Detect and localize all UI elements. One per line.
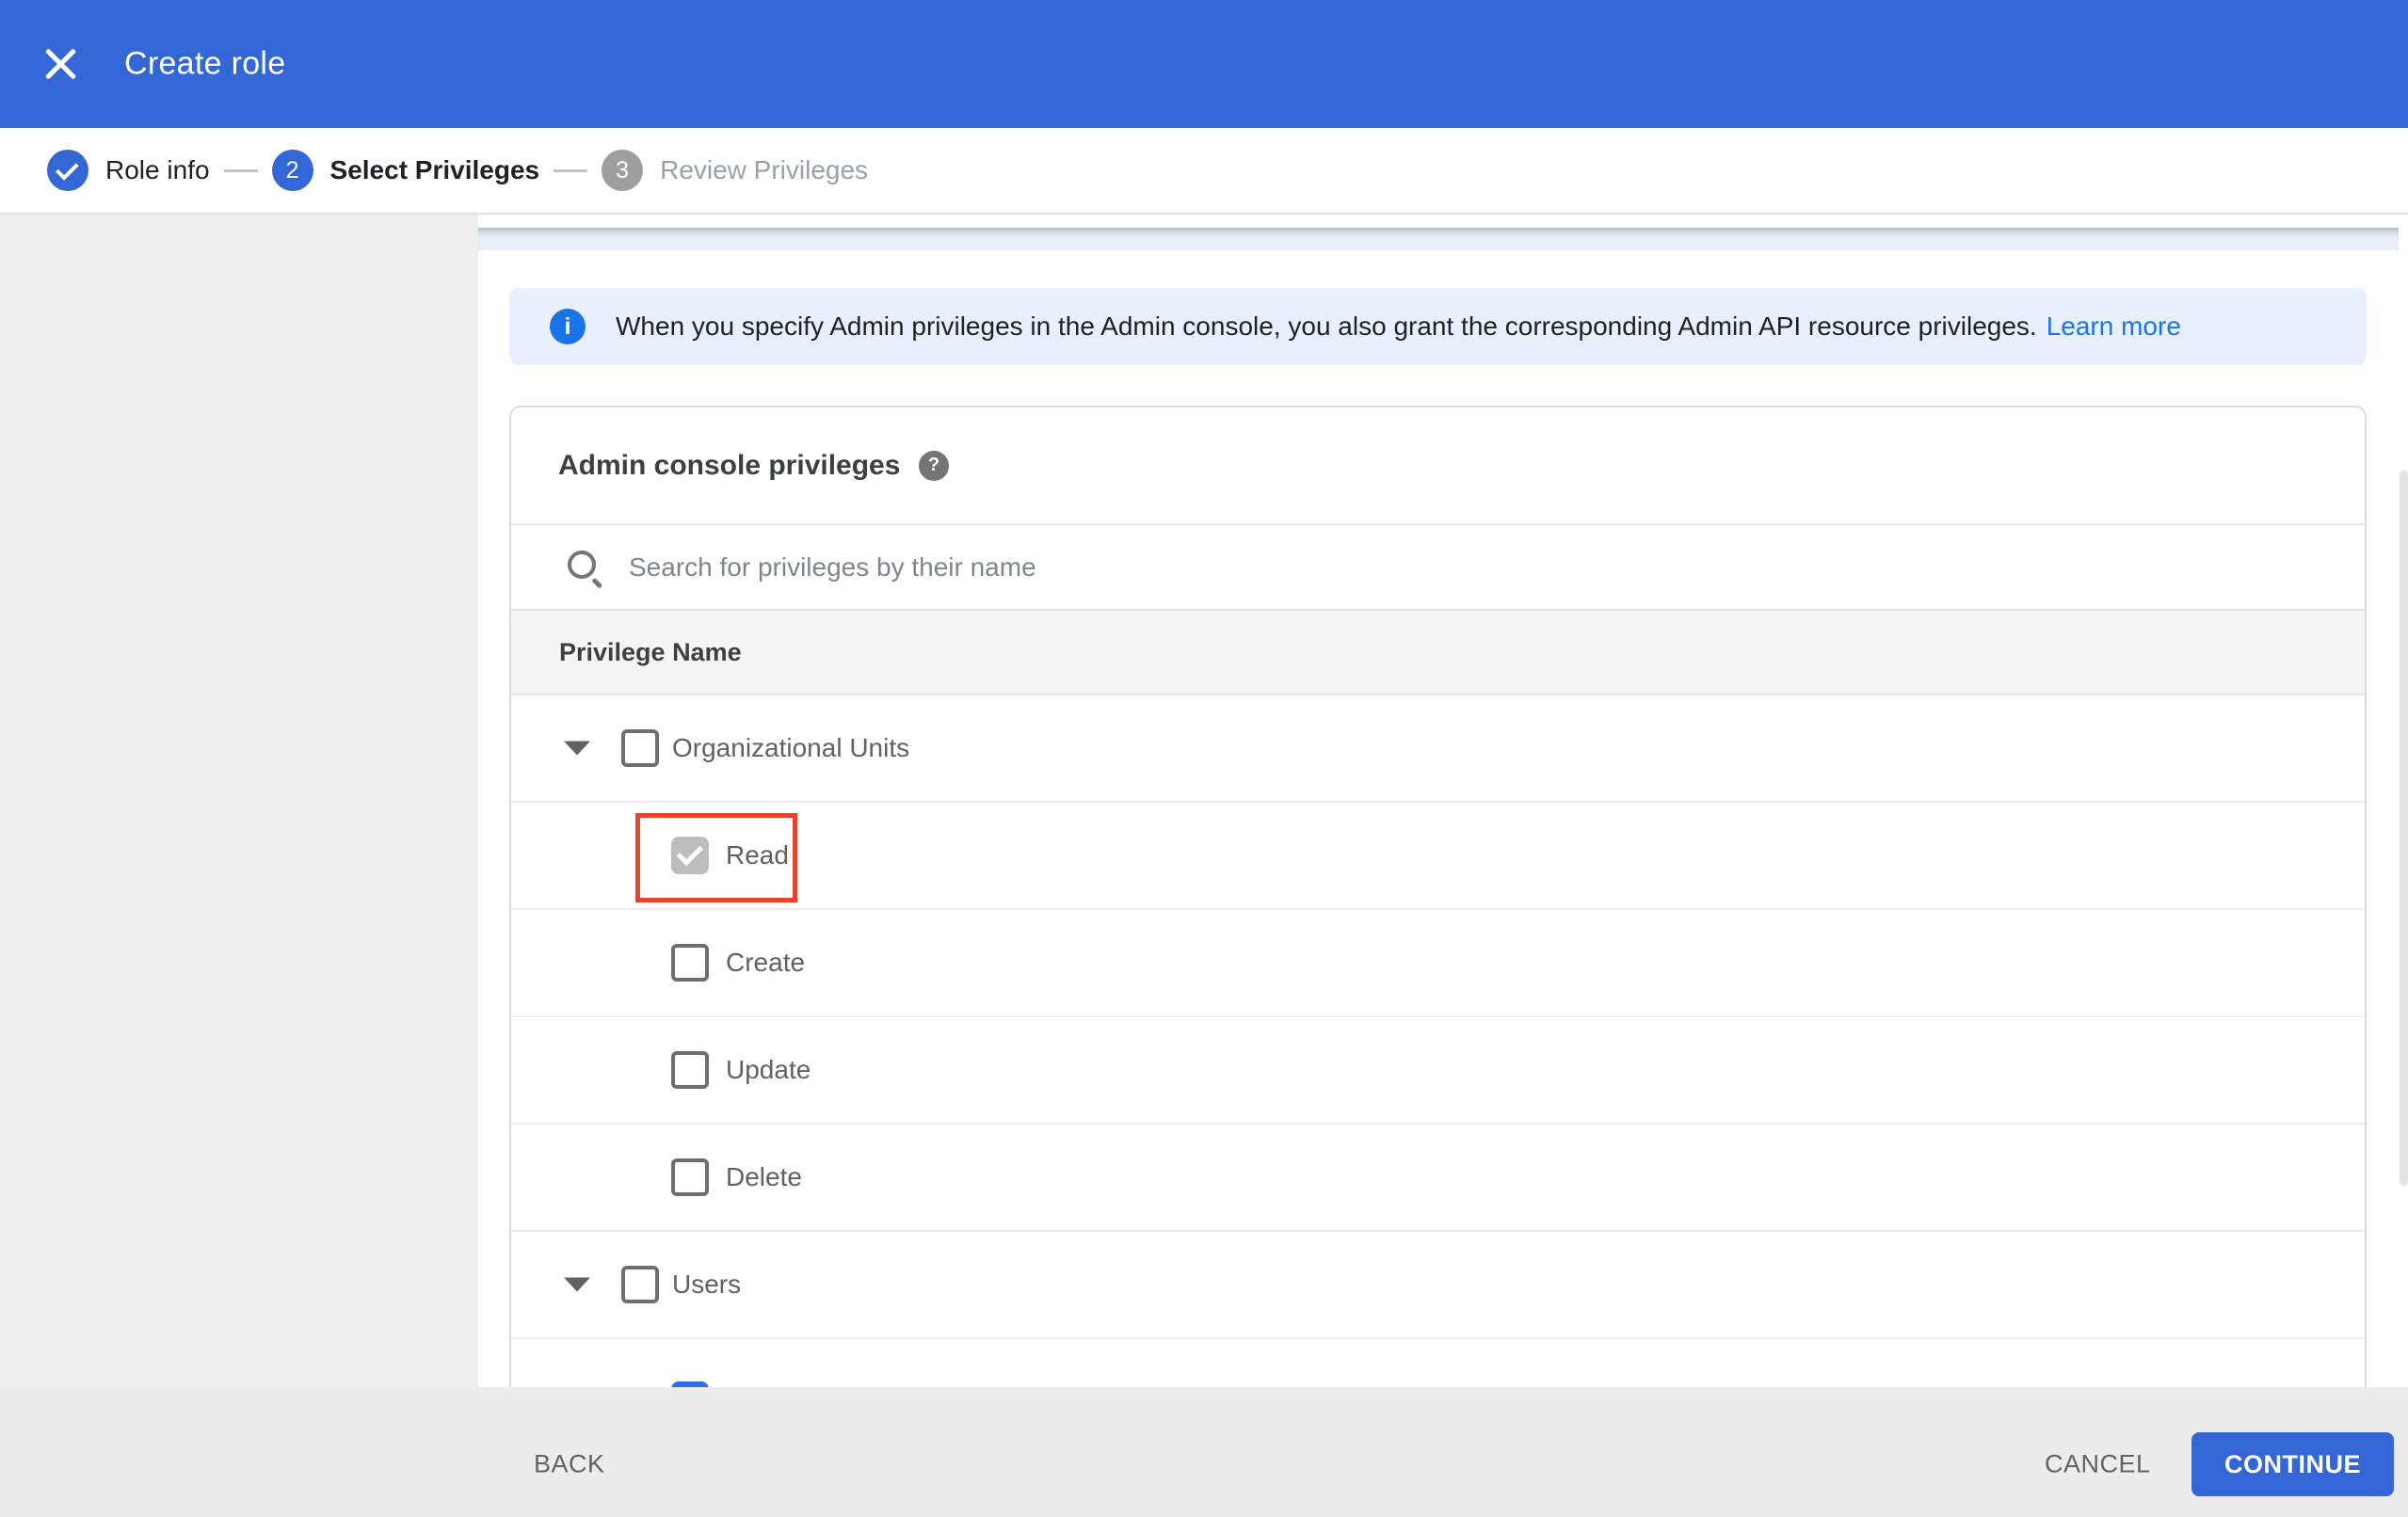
privilege-row-users: Users — [511, 1232, 2365, 1339]
card-title: Admin console privileges — [558, 449, 901, 481]
privilege-row-read: Read — [511, 803, 2365, 910]
learn-more-link[interactable]: Learn more — [2047, 311, 2181, 342]
help-icon[interactable]: ? — [919, 450, 949, 481]
step-review-privileges[interactable]: 3 Review Privileges — [602, 150, 868, 191]
scrollbar-thumb[interactable] — [2400, 471, 2408, 1186]
close-icon[interactable] — [41, 45, 79, 83]
highlight-box — [635, 813, 797, 902]
delete-checkbox[interactable] — [671, 1158, 709, 1196]
check-icon — [55, 156, 79, 181]
privilege-row-update: Update — [511, 1017, 2365, 1125]
privilege-label: Organizational Units — [672, 733, 910, 762]
dialog-footer: BACK CANCEL CONTINUE — [0, 1387, 2408, 1517]
cancel-button[interactable]: CANCEL — [2045, 1450, 2151, 1479]
dialog-title: Create role — [124, 45, 286, 82]
wizard-stepper: Role info 2 Select Privileges 3 Review P… — [0, 128, 2408, 215]
step-connector — [223, 168, 258, 172]
admin-console-privileges-card: Admin console privileges ? Privilege Nam… — [509, 406, 2367, 1387]
privilege-row-organizational-units: Organizational Units — [511, 695, 2365, 803]
expand-arrow-icon[interactable] — [564, 1277, 590, 1292]
privilege-row-read: Read — [511, 1339, 2365, 1387]
step-completed-circle — [47, 150, 88, 191]
create-checkbox[interactable] — [671, 944, 709, 982]
privilege-label: Delete — [726, 1162, 802, 1191]
privilege-search-input[interactable] — [627, 551, 2231, 583]
privilege-label: Users — [672, 1269, 742, 1299]
step-label: Select Privileges — [329, 155, 540, 184]
privilege-label: Create — [726, 948, 806, 977]
continue-button[interactable]: CONTINUE — [2191, 1432, 2394, 1496]
privileges-table-body: Organizational Units Read Create Update Dele… — [511, 695, 2365, 1387]
privilege-row-create: Create — [511, 910, 2365, 1017]
card-header: Admin console privileges ? — [511, 407, 2365, 523]
back-button[interactable]: BACK — [534, 1450, 605, 1479]
column-header-privilege-name: Privilege Name — [559, 637, 742, 666]
step-label: Role info — [105, 155, 210, 184]
expand-arrow-icon[interactable] — [564, 741, 590, 756]
organizational-units-checkbox[interactable] — [621, 729, 659, 767]
step-number: 2 — [271, 150, 313, 191]
privilege-search-row — [511, 523, 2365, 609]
privilege-label: Update — [726, 1055, 811, 1084]
privilege-row-delete: Delete — [511, 1125, 2365, 1232]
left-sidebar — [0, 215, 478, 1387]
step-number: 3 — [602, 150, 644, 191]
users-checkbox[interactable] — [621, 1266, 659, 1303]
info-banner-text: When you specify Admin privileges in the… — [616, 311, 2037, 341]
step-connector — [554, 168, 588, 172]
info-icon: i — [550, 309, 586, 344]
search-icon — [567, 550, 602, 585]
step-select-privileges[interactable]: 2 Select Privileges — [271, 150, 540, 191]
content-scroll-area: i When you specify Admin privileges in t… — [478, 215, 2408, 1387]
step-label: Review Privileges — [660, 155, 869, 184]
privilege-table-header: Privilege Name — [511, 609, 2365, 695]
step-role-info[interactable]: Role info — [47, 150, 210, 191]
scrolled-element-edge — [478, 228, 2399, 250]
update-checkbox[interactable] — [671, 1051, 709, 1089]
dialog-header: Create role — [0, 0, 2408, 128]
info-banner: i When you specify Admin privileges in t… — [509, 288, 2367, 365]
create-role-dialog: Create role Role info 2 Select Privilege… — [0, 0, 2408, 1517]
